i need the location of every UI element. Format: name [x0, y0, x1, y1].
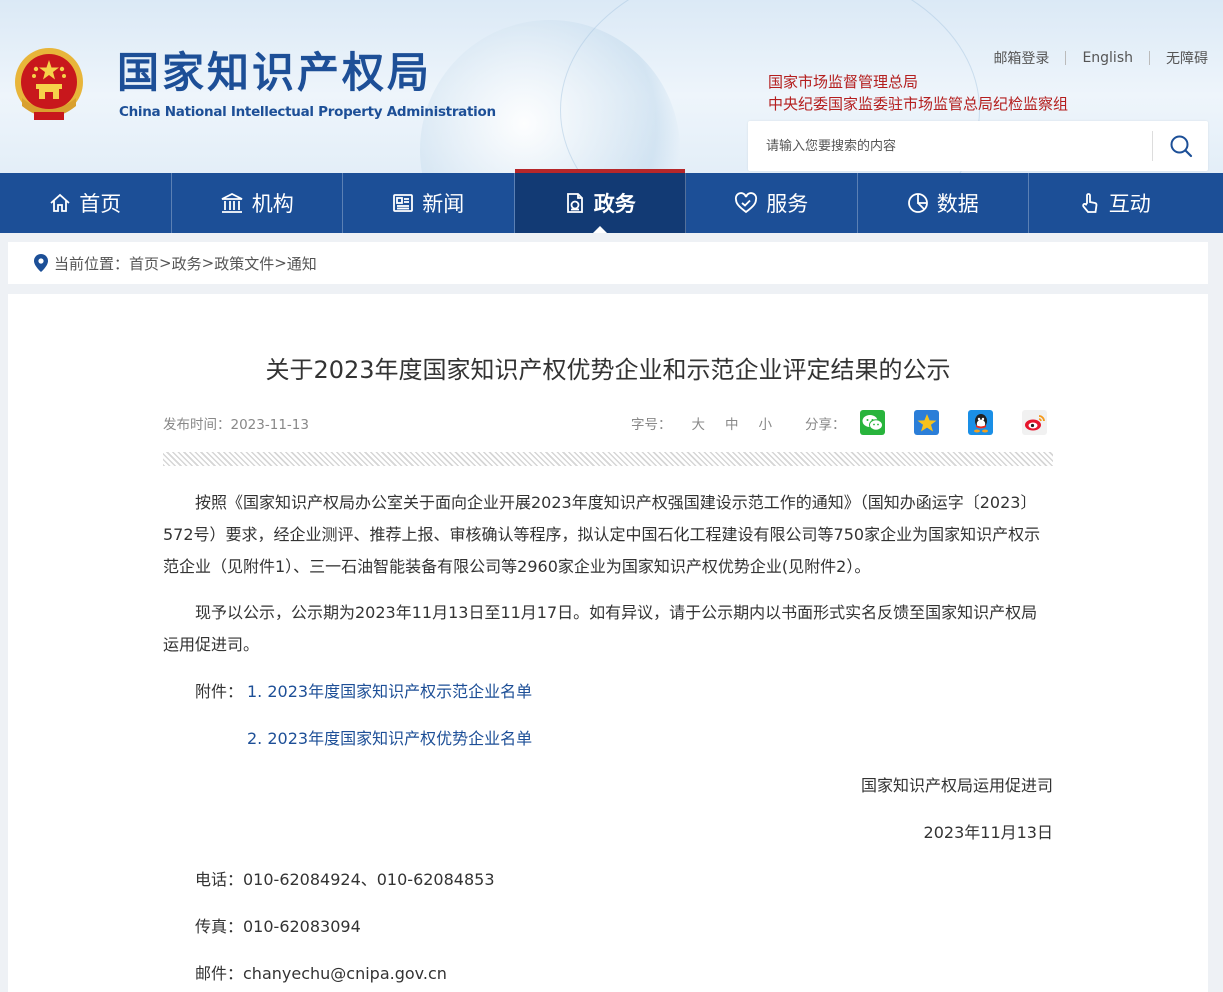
mail-login-link[interactable]: 邮箱登录 — [977, 48, 1065, 68]
nav-item-institution[interactable]: 机构 — [172, 173, 343, 233]
attachment-label: 附件： — [195, 682, 244, 701]
service-icon — [735, 192, 758, 214]
home-icon — [50, 193, 70, 212]
site-subtitle: China National Intellectual Property Adm… — [119, 104, 496, 120]
nav-label: 新闻 — [422, 192, 465, 216]
font-size-small[interactable]: 小 — [759, 413, 773, 433]
site-header: 国家知识产权局 China National Intellectual Prop… — [0, 0, 1223, 173]
attachment-link-2[interactable]: 2. 2023年度国家知识产权优势企业名单 — [247, 725, 532, 749]
site-title[interactable]: 国家知识产权局 — [117, 48, 432, 98]
share-qzone[interactable] — [914, 410, 939, 435]
qq-icon — [973, 413, 988, 432]
nav-label: 机构 — [251, 192, 294, 216]
share-weibo[interactable] — [1022, 410, 1047, 435]
font-size-large[interactable]: 大 — [692, 413, 706, 433]
nav-item-news[interactable]: 新闻 — [343, 173, 515, 233]
contact-fax: 传真：010-62083094 — [195, 917, 361, 936]
breadcrumb-policy-docs[interactable]: 政策文件 — [214, 253, 274, 274]
breadcrumb: 当前位置： 首页 > 政务 > 政策文件 > 通知 — [8, 242, 1208, 284]
news-icon — [393, 194, 414, 212]
location-pin-icon — [34, 254, 48, 272]
article-title: 关于2023年度国家知识产权优势企业和示范企业评定结果的公示 — [265, 356, 951, 384]
share-label: 分享： — [805, 417, 846, 433]
nav-item-service[interactable]: 服务 — [686, 173, 858, 233]
government-icon — [566, 193, 583, 213]
search-input[interactable] — [766, 121, 1146, 171]
accessibility-link[interactable]: 无障碍 — [1150, 48, 1208, 68]
weibo-icon — [1024, 414, 1045, 430]
nav-label: 数据 — [936, 192, 979, 216]
institution-icon — [221, 192, 243, 213]
english-link[interactable]: English — [1066, 50, 1149, 66]
publish-date: 2023-11-13 — [230, 417, 309, 433]
top-links: 邮箱登录 English 无障碍 — [977, 48, 1208, 68]
share-qq[interactable] — [968, 410, 993, 435]
nav-item-home[interactable]: 首页 — [0, 173, 172, 233]
national-emblem-icon — [15, 48, 83, 120]
breadcrumb-notice[interactable]: 通知 — [287, 253, 317, 274]
main-nav: 首页 机构 新闻 政务 服务 数据 互动 — [0, 169, 1223, 233]
signature: 国家知识产权局运用促进司 — [860, 776, 1053, 795]
share-wechat[interactable] — [860, 410, 885, 435]
nav-item-government[interactable]: 政务 — [514, 169, 686, 233]
breadcrumb-sep: > — [201, 254, 215, 272]
breadcrumb-prefix: 当前位置： — [54, 254, 130, 273]
search-box — [748, 121, 1208, 171]
paragraph-2: 现予以公示，公示期为2023年11月13日至11月17日。如有异议，请于公示期内… — [163, 603, 1038, 654]
samr-link[interactable]: 国家市场监督管理总局 — [768, 71, 918, 92]
font-size-control: 字号： 大 中 小 — [631, 413, 792, 433]
nav-item-data[interactable]: 数据 — [858, 173, 1029, 233]
contact-phone: 电话：010-62084924、010-62084853 — [195, 870, 495, 889]
publish-info: 发布时间：2023-11-13 — [163, 413, 309, 433]
nav-label: 首页 — [79, 192, 122, 216]
qzone-icon — [917, 413, 936, 431]
signature-date: 2023年11月13日 — [923, 823, 1053, 842]
font-size-medium[interactable]: 中 — [725, 413, 739, 433]
search-icon — [1170, 135, 1192, 158]
font-size-label: 字号： — [631, 417, 672, 433]
paragraph-1: 按照《国家知识产权局办公室关于面向企业开展2023年度知识产权强国建设示范工作的… — [163, 493, 1041, 576]
search-button[interactable] — [1153, 121, 1208, 171]
contact-email: 邮件：chanyechu@cnipa.gov.cn — [195, 964, 447, 983]
breadcrumb-sep: > — [274, 254, 287, 272]
breadcrumb-sep: > — [159, 254, 172, 272]
nav-label: 政务 — [593, 192, 636, 216]
title-divider — [163, 452, 1053, 466]
discipline-inspection-link[interactable]: 中央纪委国家监委驻市场监管总局纪检监察组 — [768, 93, 1068, 114]
nav-label: 互动 — [1108, 192, 1151, 216]
nav-label: 服务 — [766, 192, 809, 216]
article-container: 关于2023年度国家知识产权优势企业和示范企业评定结果的公示 发布时间：2023… — [8, 294, 1208, 992]
publish-label: 发布时间： — [163, 417, 231, 433]
nav-item-interact[interactable]: 互动 — [1029, 173, 1201, 233]
data-icon — [907, 193, 928, 213]
breadcrumb-home[interactable]: 首页 — [129, 253, 159, 274]
attachment-link-1[interactable]: 1. 2023年度国家知识产权示范企业名单 — [247, 678, 532, 702]
wechat-icon — [862, 414, 883, 431]
breadcrumb-government[interactable]: 政务 — [172, 253, 202, 274]
interact-icon — [1082, 193, 1098, 213]
